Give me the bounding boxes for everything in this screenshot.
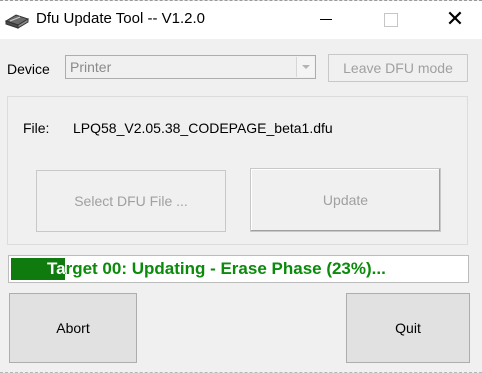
update-button[interactable]: Update (250, 168, 441, 232)
device-label: Device (7, 61, 50, 77)
status-text-overlay: Target 00: Updating - Erase Phase (23%).… (11, 258, 65, 280)
minimize-button[interactable] (303, 1, 349, 39)
maximize-button[interactable] (368, 1, 414, 39)
close-button[interactable]: ✕ (432, 1, 478, 39)
minimize-icon (320, 19, 332, 20)
close-icon: ✕ (445, 6, 465, 31)
file-label: File: (23, 120, 50, 136)
leave-dfu-mode-button[interactable]: Leave DFU mode (328, 54, 468, 82)
printer-icon (4, 14, 30, 29)
device-dropdown[interactable]: Printer (65, 55, 316, 79)
quit-button[interactable]: Quit (346, 293, 470, 363)
status-text-inverse: Target 00: Updating - Erase Phase (23%).… (47, 259, 65, 278)
maximize-icon (384, 13, 398, 27)
select-dfu-file-button[interactable]: Select DFU File ... (36, 170, 226, 232)
title-bar[interactable]: Dfu Update Tool -- V1.2.0 ✕ (0, 1, 482, 39)
progress-bar: Target 00: Updating - Erase Phase (23%).… (8, 255, 469, 283)
window-title: Dfu Update Tool -- V1.2.0 (36, 10, 205, 27)
chevron-down-icon[interactable] (296, 57, 314, 77)
abort-button[interactable]: Abort (9, 293, 137, 363)
device-selected-value: Printer (70, 59, 112, 75)
status-text: Target 00: Updating - Erase Phase (23%).… (47, 259, 386, 278)
file-name: LPQ58_V2.05.38_CODEPAGE_beta1.dfu (73, 120, 333, 136)
